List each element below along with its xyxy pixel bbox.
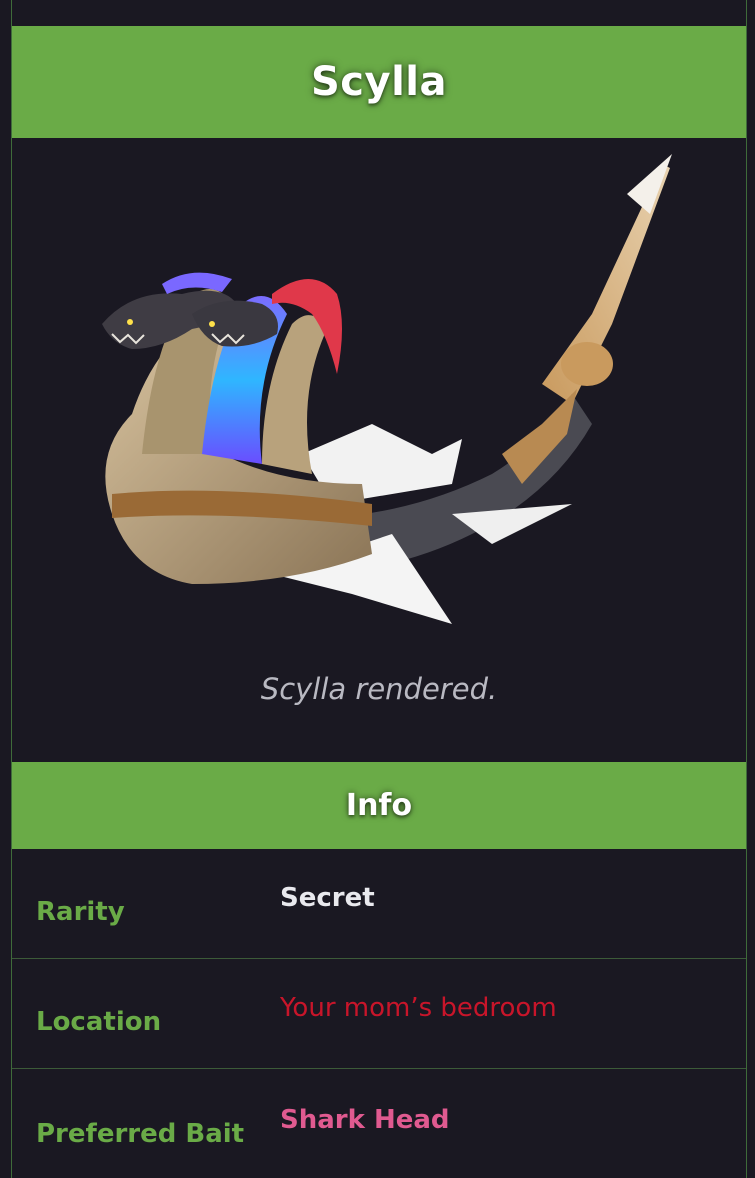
info-row-rarity: Rarity Secret — [12, 849, 746, 959]
infobox: Scylla Scylla rendered. Info Rarity Secr… — [11, 0, 747, 1178]
location-value[interactable]: Your mom’s bedroom — [280, 993, 557, 1023]
preferred-bait-value[interactable]: Shark Head — [280, 1105, 450, 1135]
page-title: Scylla — [310, 59, 447, 105]
title-bar: Scylla — [12, 26, 746, 138]
info-header: Info — [345, 788, 413, 823]
image-caption: Scylla rendered. — [260, 672, 498, 706]
rarity-label: Rarity — [36, 897, 125, 927]
info-row-location: Location Your mom’s bedroom — [12, 959, 746, 1069]
rarity-value: Secret — [280, 883, 375, 913]
image-area: Scylla rendered. — [12, 138, 746, 762]
info-row-bait: Preferred Bait Shark Head — [12, 1069, 746, 1178]
scylla-creature-image[interactable] — [72, 154, 692, 634]
info-header-bar: Info — [12, 762, 746, 849]
preferred-bait-label: Preferred Bait — [36, 1119, 245, 1149]
location-label: Location — [36, 1007, 162, 1037]
top-strip — [12, 0, 746, 26]
